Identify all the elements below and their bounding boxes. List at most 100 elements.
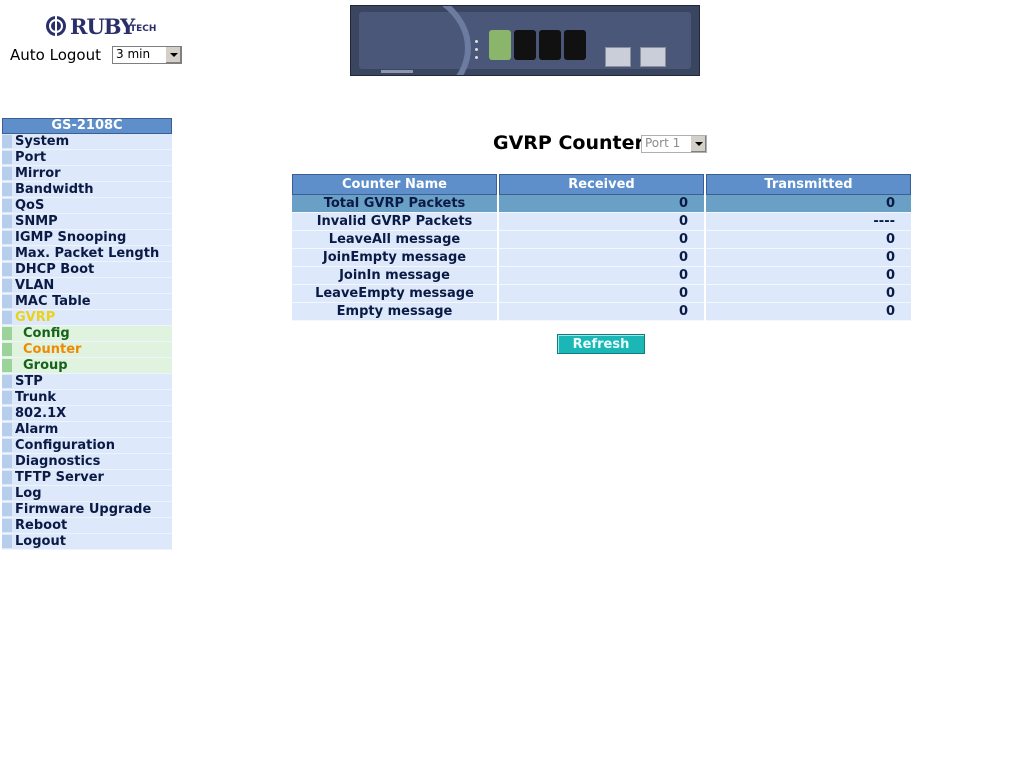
table-row: Total GVRP Packets 0 0 (292, 195, 911, 213)
nav-bullet (2, 263, 12, 276)
table-row: Invalid GVRP Packets 0 ---- (292, 213, 911, 231)
chevron-down-icon (690, 136, 706, 152)
sfp-port-1-icon (605, 47, 631, 67)
sidebar-item-label: DHCP Boot (15, 262, 95, 277)
transmitted-value: 0 (706, 249, 911, 267)
refresh-button[interactable]: Refresh (557, 334, 645, 354)
status-led (475, 48, 478, 51)
table-row: JoinIn message 0 0 (292, 267, 911, 285)
received-value: 0 (499, 249, 704, 267)
device-faceplate (359, 6, 691, 75)
table-row: LeaveAll message 0 0 (292, 231, 911, 249)
port-3-icon (539, 30, 561, 60)
sidebar-subitem-gvrp-config[interactable]: Config (2, 326, 172, 342)
sidebar-item-label: Firmware Upgrade (15, 502, 152, 517)
gvrp-counter-table: Counter Name Received Transmitted Total … (290, 174, 913, 321)
received-value: 0 (499, 213, 704, 231)
table-row: JoinEmpty message 0 0 (292, 249, 911, 267)
sidebar-item-dhcp-boot[interactable]: DHCP Boot (2, 262, 172, 278)
auto-logout-select[interactable]: 3 min (112, 46, 182, 64)
brand-name: RUBY (70, 14, 135, 39)
sidebar-item-log[interactable]: Log (2, 486, 172, 502)
sidebar-item-label: Alarm (15, 422, 59, 437)
nav-bullet (2, 199, 12, 212)
switch-panel-image (350, 5, 700, 76)
nav-bullet (2, 215, 12, 228)
nav-bullet (2, 439, 12, 452)
transmitted-value: 0 (706, 285, 911, 303)
status-led (475, 40, 478, 43)
sidebar-item-label: GVRP (15, 310, 56, 325)
counter-name: JoinEmpty message (292, 249, 497, 267)
received-value: 0 (499, 285, 704, 303)
nav-bullet (2, 519, 12, 532)
nav-bullet (2, 407, 12, 420)
sidebar-item-label: Reboot (15, 518, 68, 533)
sidebar-item-configuration[interactable]: Configuration (2, 438, 172, 454)
nav-bullet (2, 359, 12, 372)
sidebar-item-firmware-upgrade[interactable]: Firmware Upgrade (2, 502, 172, 518)
auto-logout-value: 3 min (116, 47, 151, 61)
sidebar-item-snmp[interactable]: SNMP (2, 214, 172, 230)
sidebar-item-gvrp[interactable]: GVRP (2, 310, 172, 326)
nav-bullet (2, 327, 12, 340)
sidebar-item-label: Configuration (15, 438, 115, 453)
sidebar-item-system[interactable]: System (2, 134, 172, 150)
brand-suffix: TECH (130, 24, 157, 34)
sidebar-item-tftp-server[interactable]: TFTP Server (2, 470, 172, 486)
sidebar-subitem-gvrp-counter[interactable]: Counter (2, 342, 172, 358)
column-header-counter-name: Counter Name (292, 174, 497, 195)
sidebar-item-8021x[interactable]: 802.1X (2, 406, 172, 422)
sidebar-subitem-gvrp-group[interactable]: Group (2, 358, 172, 374)
nav-bullet (2, 423, 12, 436)
counter-name: Total GVRP Packets (292, 195, 497, 213)
transmitted-value: 0 (706, 195, 911, 213)
page-title: GVRP Counter (493, 132, 644, 154)
sidebar-item-bandwidth[interactable]: Bandwidth (2, 182, 172, 198)
port-select[interactable]: Port 1 (641, 135, 707, 153)
sidebar-item-label: Trunk (15, 390, 57, 405)
counter-name: LeaveAll message (292, 231, 497, 249)
sidebar-item-vlan[interactable]: VLAN (2, 278, 172, 294)
counter-name: Invalid GVRP Packets (292, 213, 497, 231)
sidebar-item-alarm[interactable]: Alarm (2, 422, 172, 438)
sidebar-item-diagnostics[interactable]: Diagnostics (2, 454, 172, 470)
sidebar-item-reboot[interactable]: Reboot (2, 518, 172, 534)
sidebar-item-port[interactable]: Port (2, 150, 172, 166)
sidebar-item-label: Diagnostics (15, 454, 101, 469)
nav-bullet (2, 247, 12, 260)
sidebar-item-trunk[interactable]: Trunk (2, 390, 172, 406)
sidebar-item-label: Logout (15, 534, 66, 549)
sidebar-item-logout[interactable]: Logout (2, 534, 172, 550)
sidebar-item-label: SNMP (15, 214, 58, 229)
port-1-icon (489, 30, 511, 60)
sidebar-item-stp[interactable]: STP (2, 374, 172, 390)
sidebar-item-max-packet-length[interactable]: Max. Packet Length (2, 246, 172, 262)
sidebar-item-igmp-snooping[interactable]: IGMP Snooping (2, 230, 172, 246)
received-value: 0 (499, 195, 704, 213)
nav-bullet (2, 391, 12, 404)
transmitted-value: ---- (706, 213, 911, 231)
nav-bullet (2, 295, 12, 308)
nav-bullet (2, 167, 12, 180)
received-value: 0 (499, 303, 704, 321)
sidebar-item-label: 802.1X (15, 406, 67, 421)
auto-logout-label: Auto Logout (10, 46, 101, 64)
nav-bullet (2, 455, 12, 468)
counter-name: Empty message (292, 303, 497, 321)
sidebar-item-mac-table[interactable]: MAC Table (2, 294, 172, 310)
counter-name: LeaveEmpty message (292, 285, 497, 303)
sidebar-item-label: Max. Packet Length (15, 246, 160, 261)
nav-bullet (2, 135, 12, 148)
counter-name: JoinIn message (292, 267, 497, 285)
nav-bullet (2, 231, 12, 244)
sidebar-item-label: Port (15, 150, 47, 165)
nav-bullet (2, 375, 12, 388)
nav-bullet (2, 535, 12, 548)
sidebar-item-qos[interactable]: QoS (2, 198, 172, 214)
sidebar-item-mirror[interactable]: Mirror (2, 166, 172, 182)
received-value: 0 (499, 231, 704, 249)
sidebar-item-label: Bandwidth (15, 182, 94, 197)
nav-bullet (2, 279, 12, 292)
port-2-icon (514, 30, 536, 60)
